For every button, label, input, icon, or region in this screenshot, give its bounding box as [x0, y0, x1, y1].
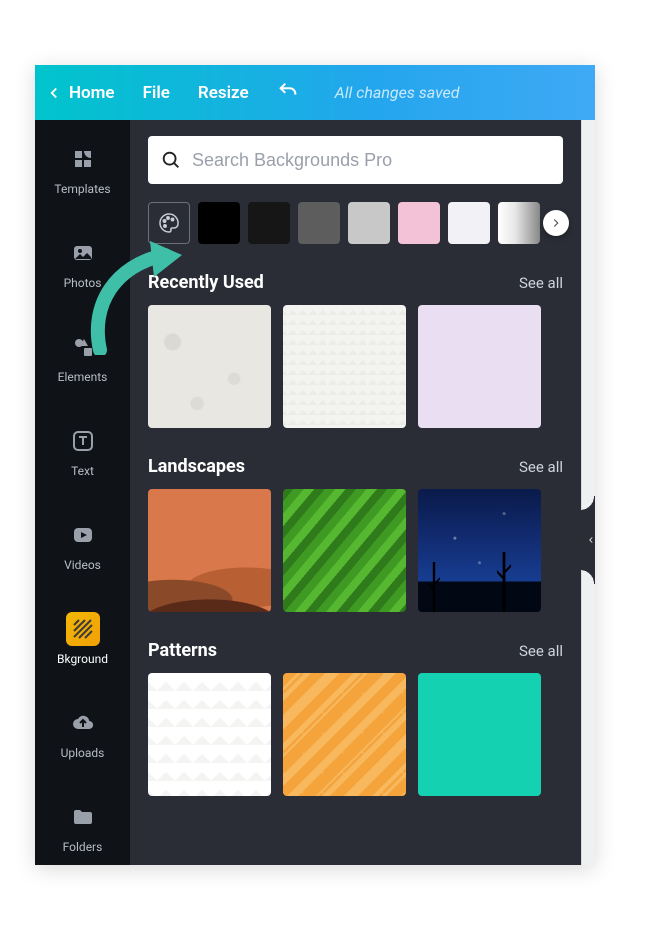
swatch-offwhite[interactable] [448, 202, 490, 244]
swatch-gradient[interactable] [498, 202, 540, 244]
sidenav-label: Videos [64, 558, 101, 572]
swatch-silver[interactable] [348, 202, 390, 244]
sidenav-item-templates[interactable]: Templates [48, 138, 118, 202]
search-input[interactable] [192, 150, 551, 171]
bg-thumb-teal-solid[interactable] [418, 673, 541, 796]
templates-icon [66, 142, 100, 176]
swatch-near-black[interactable] [248, 202, 290, 244]
save-status: All changes saved [335, 83, 460, 102]
sidenav-label: Text [71, 464, 94, 478]
folders-icon [66, 800, 100, 834]
sidenav-label: Templates [54, 182, 110, 196]
swatch-pink[interactable] [398, 202, 440, 244]
bg-thumb-orange-chevron[interactable] [283, 673, 406, 796]
see-all-link[interactable]: See all [519, 274, 563, 292]
swatch-scroll-right[interactable] [543, 210, 569, 236]
chevron-left-icon [586, 535, 595, 545]
resize-menu[interactable]: Resize [198, 83, 249, 103]
sidenav-label: Bkground [57, 652, 108, 666]
text-icon [66, 424, 100, 458]
sidenav-item-text[interactable]: Text [48, 420, 118, 484]
background-icon [66, 612, 100, 646]
bg-thumb-lavender-solid[interactable] [418, 305, 541, 428]
side-nav: Templates Photos Elements Text [35, 120, 130, 865]
home-label: Home [69, 83, 115, 103]
search-bar[interactable] [148, 136, 563, 184]
see-all-link[interactable]: See all [519, 458, 563, 476]
bg-thumb-desert-dunes[interactable] [148, 489, 271, 612]
uploads-icon [66, 706, 100, 740]
file-menu[interactable]: File [143, 83, 170, 103]
section-title: Recently Used [148, 272, 264, 293]
sidenav-item-bkground[interactable]: Bkground [48, 608, 118, 672]
section-title: Patterns [148, 640, 217, 661]
section-recently-used: Recently Used See all [148, 272, 563, 428]
home-button[interactable]: Home [45, 83, 115, 103]
color-swatch-row [148, 202, 563, 244]
sidenav-label: Photos [64, 276, 102, 290]
canvas-area[interactable] [581, 120, 595, 865]
swatch-black[interactable] [198, 202, 240, 244]
bg-thumb-green-hills[interactable] [283, 489, 406, 612]
undo-button[interactable] [277, 80, 299, 106]
backgrounds-panel: Recently Used See all Landscapes See all [130, 120, 581, 865]
sidenav-item-uploads[interactable]: Uploads [48, 702, 118, 766]
section-patterns: Patterns See all [148, 640, 563, 796]
sidenav-label: Folders [63, 840, 103, 854]
section-landscapes: Landscapes See all [148, 456, 563, 612]
sidenav-item-elements[interactable]: Elements [48, 326, 118, 390]
section-title: Landscapes [148, 456, 245, 477]
color-palette-button[interactable] [148, 202, 190, 244]
videos-icon [66, 518, 100, 552]
bg-thumb-paper-crumpled[interactable] [148, 305, 271, 428]
sidenav-label: Uploads [61, 746, 105, 760]
palette-icon [157, 211, 181, 235]
sidenav-item-folders[interactable]: Folders [48, 796, 118, 860]
chevron-left-icon [45, 84, 63, 102]
sidenav-label: Elements [58, 370, 108, 384]
chevron-right-icon [549, 216, 563, 230]
swatch-gray[interactable] [298, 202, 340, 244]
app-body: Templates Photos Elements Text [35, 120, 595, 865]
sidenav-item-videos[interactable]: Videos [48, 514, 118, 578]
bg-thumb-night-sky-cactus[interactable] [418, 489, 541, 612]
top-bar: Home File Resize All changes saved [35, 65, 595, 120]
photos-icon [66, 236, 100, 270]
bg-thumb-white-diamond[interactable] [148, 673, 271, 796]
search-icon [160, 149, 182, 171]
panel-collapse-handle[interactable] [580, 510, 595, 570]
sidenav-item-photos[interactable]: Photos [48, 232, 118, 296]
app-window: Home File Resize All changes saved Templ… [35, 65, 595, 865]
bg-thumb-paper-linen[interactable] [283, 305, 406, 428]
elements-icon [66, 330, 100, 364]
see-all-link[interactable]: See all [519, 642, 563, 660]
